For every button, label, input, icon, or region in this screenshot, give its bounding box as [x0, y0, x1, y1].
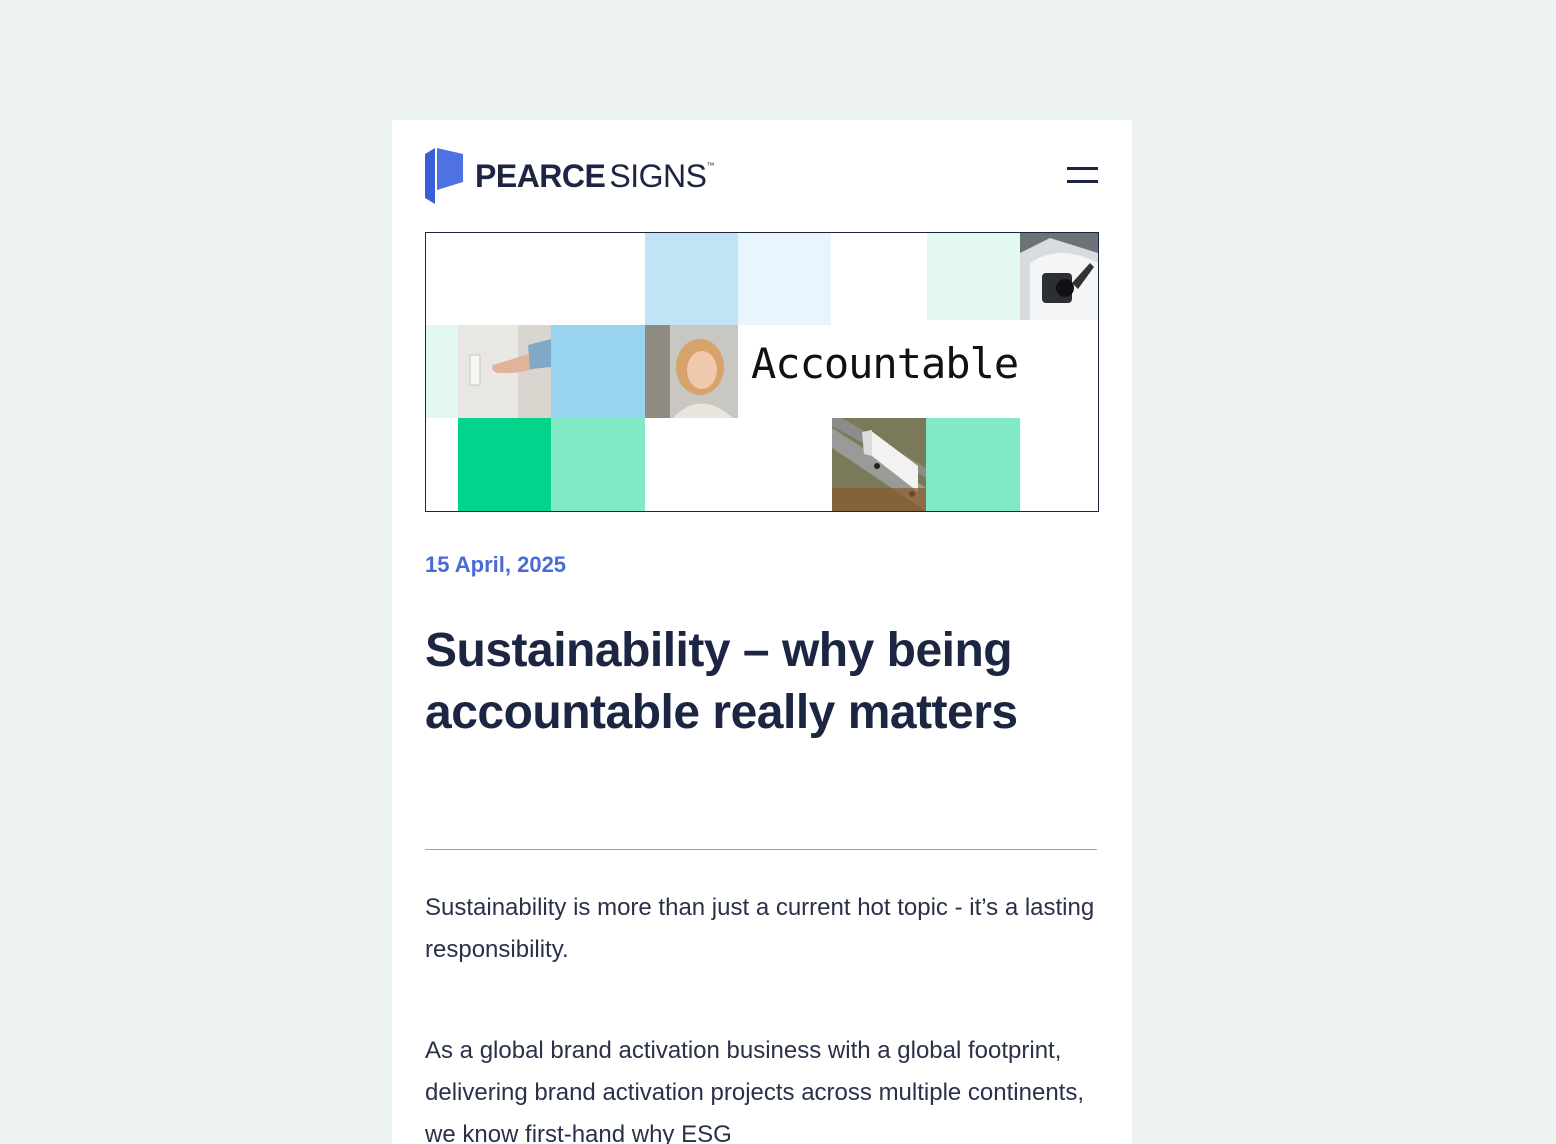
- hero-tile-mint-right: [926, 418, 1020, 511]
- hero-tile-light-blue: [645, 233, 738, 325]
- hero-tile-mint: [551, 418, 645, 511]
- hero-tile-mid-blue: [551, 325, 645, 418]
- finger-pressing-button-photo: [458, 325, 551, 418]
- logo-word-signs: SIGNS: [609, 158, 707, 194]
- pearce-logo-mark-icon: [425, 148, 463, 204]
- article-paragraph-2: As a global brand activation business wi…: [425, 1037, 1085, 1144]
- article-paragraph-1: Sustainability is more than just a curre…: [425, 894, 1095, 963]
- hero-tile-mint-edge: [426, 325, 458, 418]
- truck-on-highway-photo: [832, 418, 926, 511]
- divider: [425, 849, 1097, 850]
- menu-bar-bottom: [1067, 180, 1098, 183]
- hero-tile-green: [458, 418, 551, 511]
- hero-tile-mint-pale: [927, 233, 1020, 320]
- article-date: 15 April, 2025: [425, 552, 567, 577]
- hero-tile-pale-blue: [738, 233, 831, 325]
- hero-word-accountable: Accountable: [751, 339, 1019, 388]
- logo-wordmark: PEARCE SIGNS™: [475, 160, 714, 192]
- article-title: Sustainability – why being accountable r…: [425, 624, 1018, 739]
- pearce-signs-logo[interactable]: PEARCE SIGNS™: [425, 148, 714, 204]
- hero-banner: Accountable: [425, 232, 1099, 512]
- ev-charger-photo: [1020, 233, 1098, 320]
- logo-word-pearce: PEARCE: [475, 158, 606, 194]
- hamburger-menu-icon[interactable]: [1064, 162, 1100, 190]
- article-card: PEARCE SIGNS™ Accountable 15 April, 2025…: [392, 120, 1132, 1144]
- logo-trademark: ™: [706, 161, 714, 170]
- menu-bar-top: [1067, 167, 1098, 170]
- smiling-woman-photo: [645, 325, 738, 418]
